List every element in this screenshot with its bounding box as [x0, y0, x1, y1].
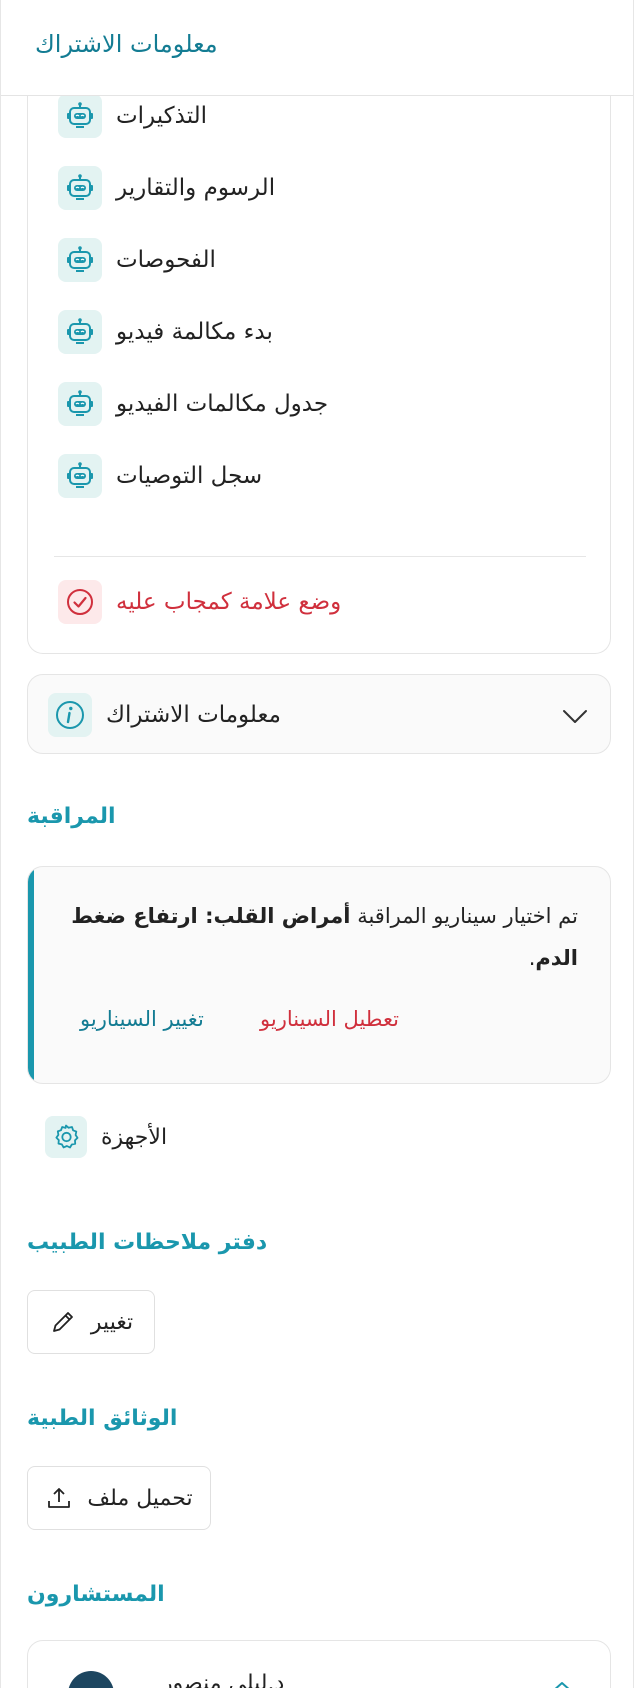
consultant-name: د.ليلى منصور [162, 1671, 285, 1688]
upload-file-label: تحميل ملف [87, 1485, 193, 1511]
monitoring-description: تم اختيار سيناريو المراقبة أمراض القلب: … [58, 895, 578, 979]
menu-item-label: التذكيرات [116, 103, 208, 129]
page-title: معلومات الاشتراك [35, 30, 218, 58]
upload-file-button[interactable]: تحميل ملف [27, 1466, 211, 1530]
menu-item-charts-reports[interactable]: الرسوم والتقارير [58, 166, 275, 210]
consultants-title: المستشارون [27, 1582, 165, 1607]
monitoring-title: المراقبة [27, 804, 116, 829]
bot-icon [58, 454, 102, 498]
subscription-info-label: معلومات الاشتراك [106, 702, 281, 728]
avatar [68, 1671, 114, 1688]
menu-item-video-call-schedule[interactable]: جدول مكالمات الفيديو [58, 382, 328, 426]
page: التذكيرات الرسوم والتقارير الفحوصات بدء … [0, 0, 634, 1688]
change-notes-label: تغيير [90, 1309, 134, 1335]
devices-label: الأجهزة [101, 1124, 168, 1150]
mark-answered-label: وضع علامة كمجاب عليه [116, 589, 342, 615]
menu-item-reminders[interactable]: التذكيرات [58, 94, 207, 138]
subscription-info-header: معلومات الاشتراك [48, 693, 281, 737]
menu-item-tests[interactable]: الفحوصات [58, 238, 216, 282]
monitoring-accent-bar [28, 867, 34, 1083]
subscription-info-accordion[interactable]: معلومات الاشتراك [27, 674, 611, 754]
gear-icon [45, 1116, 87, 1158]
change-scenario-link[interactable]: تغيير السيناريو [80, 1007, 204, 1031]
bot-icon [58, 382, 102, 426]
menu-item-recommendations-log[interactable]: سجل التوصيات [58, 454, 262, 498]
monitoring-card: تم اختيار سيناريو المراقبة أمراض القلب: … [27, 866, 611, 1084]
disable-scenario-link[interactable]: تعطيل السيناريو [260, 1007, 399, 1031]
bot-icon [58, 238, 102, 282]
menu-item-label: سجل التوصيات [116, 463, 263, 489]
menu-item-label: الرسوم والتقارير [116, 175, 276, 201]
bot-icon [58, 166, 102, 210]
doctor-notes-title: دفتر ملاحظات الطبيب [27, 1230, 268, 1255]
mark-answered-button[interactable]: وضع علامة كمجاب عليه [58, 580, 341, 624]
change-notes-button[interactable]: تغيير [27, 1290, 155, 1354]
medical-documents-title: الوثائق الطبية [27, 1406, 178, 1431]
info-icon [48, 693, 92, 737]
page-header: معلومات الاشتراك [1, 0, 633, 96]
monitoring-text-prefix: تم اختيار سيناريو المراقبة [357, 904, 578, 928]
pencil-icon [53, 1312, 73, 1332]
menu-item-start-video-call[interactable]: بدء مكالمة فيديو [58, 310, 273, 354]
devices-settings[interactable]: الأجهزة [45, 1116, 167, 1158]
bot-icon [58, 310, 102, 354]
bot-icon [58, 94, 102, 138]
home-icon[interactable] [550, 1679, 574, 1688]
menu-divider [54, 556, 586, 557]
check-circle-icon [58, 580, 102, 624]
menu-item-label: الفحوصات [116, 247, 216, 273]
menu-item-label: بدء مكالمة فيديو [116, 319, 273, 345]
chevron-down-icon[interactable] [560, 701, 590, 731]
consultant-card[interactable]: د.ليلى منصور [27, 1640, 611, 1688]
menu-item-label: جدول مكالمات الفيديو [116, 391, 329, 417]
upload-icon [48, 1488, 71, 1508]
actions-menu: التذكيرات الرسوم والتقارير الفحوصات بدء … [27, 80, 611, 654]
